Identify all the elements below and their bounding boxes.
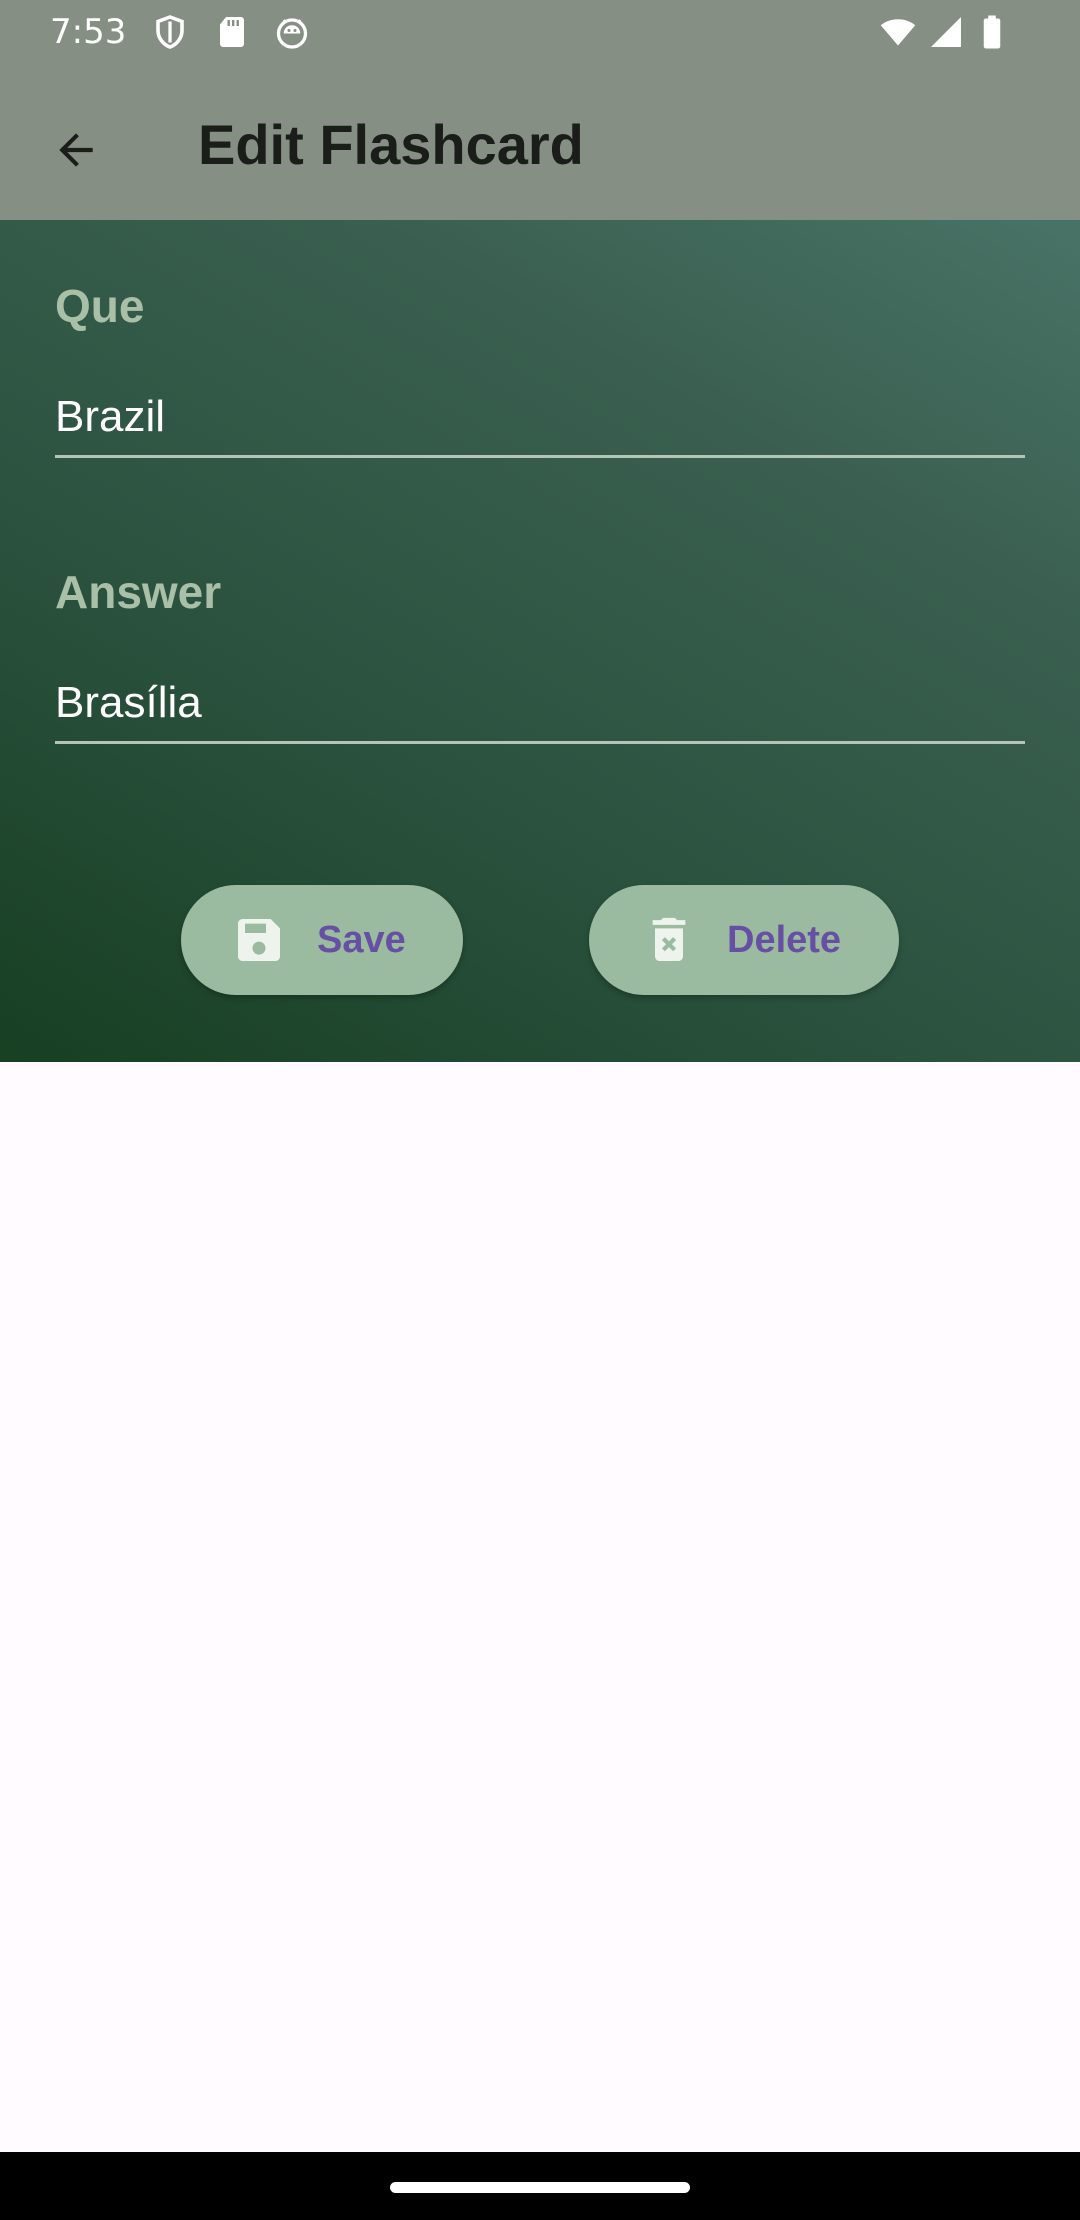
save-button[interactable]: Save (181, 885, 463, 995)
battery-icon (983, 15, 1001, 49)
edit-flashcard-form: Que Answer Save Delete (0, 220, 1080, 1062)
shield-icon (156, 15, 184, 49)
status-bar: 7:53 (0, 0, 1080, 66)
question-label: Que (55, 280, 145, 332)
android-debug-icon (276, 18, 308, 49)
sd-card-icon (220, 17, 244, 47)
page-title: Edit Flashcard (198, 113, 584, 176)
home-gesture-handle[interactable] (390, 2182, 690, 2193)
wifi-icon (880, 19, 916, 46)
floppy-disk-icon (238, 919, 280, 961)
delete-forever-icon (652, 917, 686, 961)
back-button[interactable] (36, 110, 116, 190)
answer-input[interactable] (55, 664, 1025, 744)
app-bar: Edit Flashcard (0, 66, 1080, 220)
status-time: 7:53 (50, 12, 127, 52)
navigation-bar (0, 2152, 1080, 2220)
cellular-signal-icon (931, 17, 961, 47)
question-input[interactable] (55, 378, 1025, 458)
answer-label: Answer (55, 566, 222, 618)
arrow-back-icon (59, 133, 93, 167)
save-button-label: Save (317, 918, 406, 961)
delete-button[interactable]: Delete (589, 885, 899, 995)
delete-button-label: Delete (727, 918, 842, 961)
